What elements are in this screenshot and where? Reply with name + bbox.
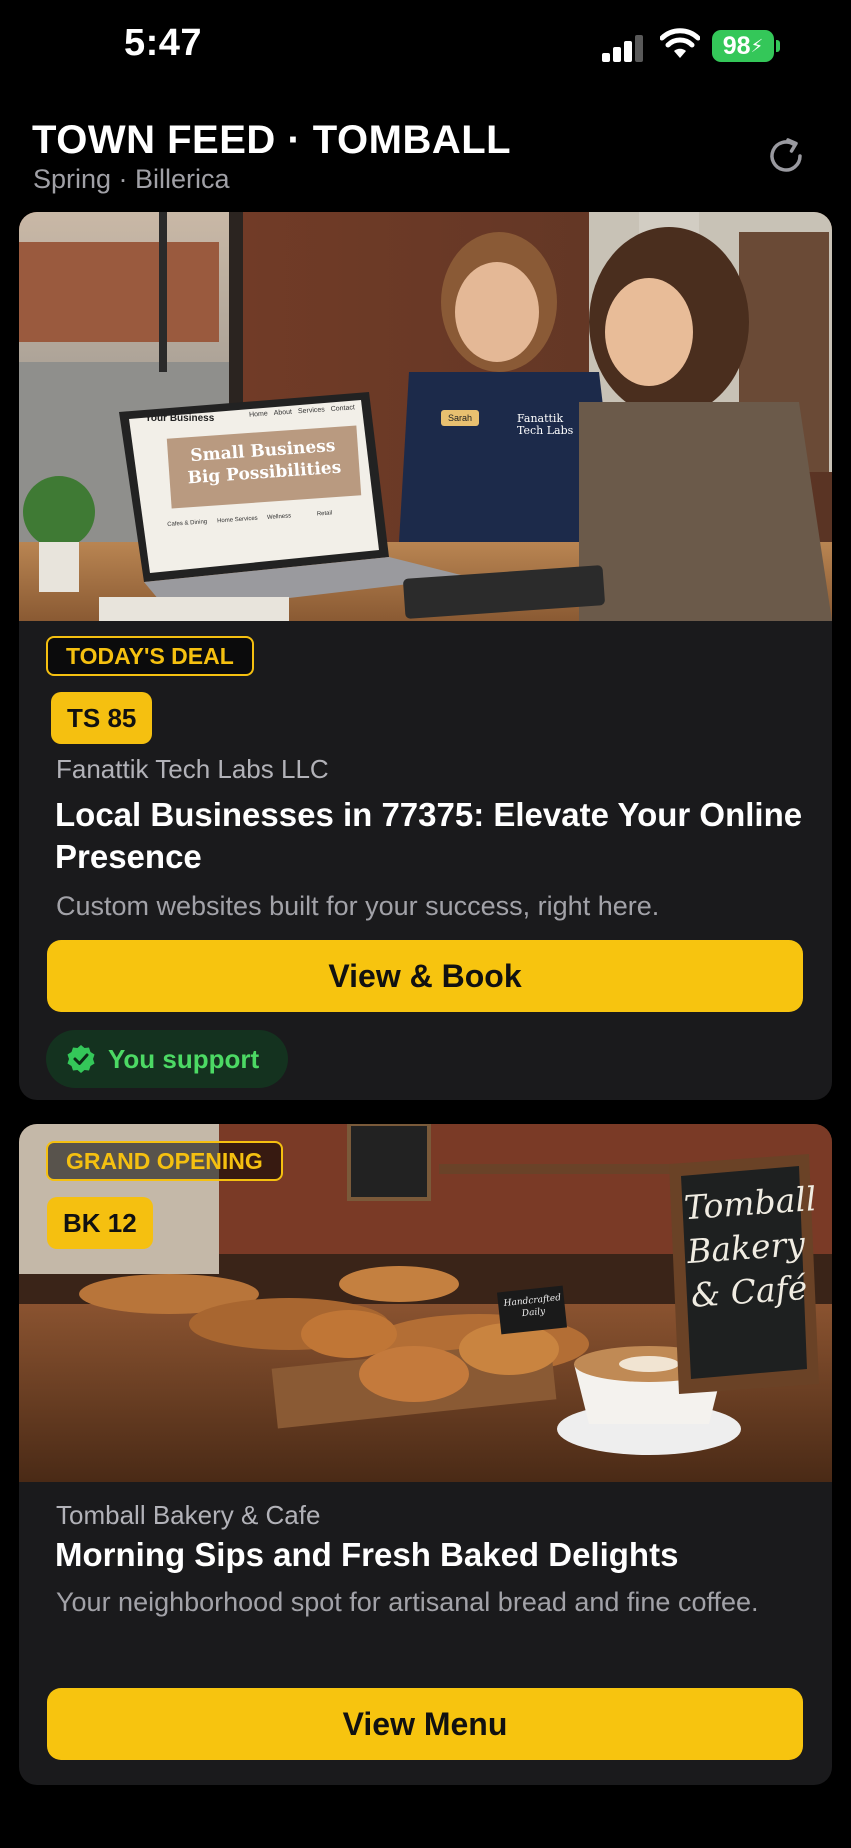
battery-icon: 98 ⚡: [712, 30, 774, 62]
feed-locations[interactable]: Spring · Billerica: [33, 164, 230, 195]
refresh-icon[interactable]: [764, 134, 808, 178]
deal-photo: Your Business Home About Services Contac…: [19, 212, 832, 621]
signal-icon: [602, 34, 644, 62]
wifi-icon: [660, 28, 700, 58]
deal-title[interactable]: Morning Sips and Fresh Baked Delights: [55, 1534, 805, 1576]
site-nav-item: Home: [248, 410, 269, 419]
deal-title[interactable]: Local Businesses in 77375: Elevate Your …: [55, 794, 805, 878]
status-bar: 5:47 98 ⚡: [0, 0, 851, 96]
business-name[interactable]: Tomball Bakery & Cafe: [56, 1500, 320, 1531]
chalkboard-sign: Tomball Bakery & Café: [683, 1178, 818, 1318]
deal-code-badge: TS 85: [51, 692, 153, 744]
battery-level: 98: [722, 31, 751, 60]
view-book-button[interactable]: View & Book: [47, 940, 803, 1012]
name-tag: Sarah: [441, 410, 479, 426]
deal-description: Your neighborhood spot for artisanal bre…: [56, 1587, 759, 1617]
site-hero: Small Business Big Possibilities: [166, 425, 362, 509]
chalkboard-line-3: & Café: [689, 1267, 809, 1315]
feed-title: TOWN FEED · TOMBALL: [32, 118, 512, 162]
site-header-text: Your Business: [145, 413, 215, 424]
verified-check-icon: [67, 1045, 95, 1073]
bakery-card[interactable]: Tomball Bakery & Café Handcrafted Daily …: [19, 1124, 832, 1785]
deal-type-badge: TODAY'S DEAL: [46, 636, 254, 676]
office-scene-illustration: [19, 212, 832, 621]
shirt-logo-line-2: Tech Labs: [517, 424, 574, 437]
site-nav-item: About: [273, 408, 293, 417]
deal-description: Custom websites built for your success, …: [56, 891, 660, 921]
support-badge[interactable]: You support: [46, 1030, 288, 1088]
deal-code-badge: BK 12: [47, 1197, 153, 1249]
support-label: You support: [108, 1043, 260, 1074]
view-menu-button[interactable]: View Menu: [47, 1688, 803, 1760]
deal-type-badge: GRAND OPENING: [46, 1141, 283, 1181]
status-time: 5:47: [124, 22, 203, 64]
shirt-logo: Fanattik Tech Labs: [517, 413, 573, 437]
deal-card[interactable]: Your Business Home About Services Contac…: [19, 212, 832, 1100]
battery-tip: [776, 40, 780, 52]
business-name[interactable]: Fanattik Tech Labs LLC: [56, 754, 329, 785]
